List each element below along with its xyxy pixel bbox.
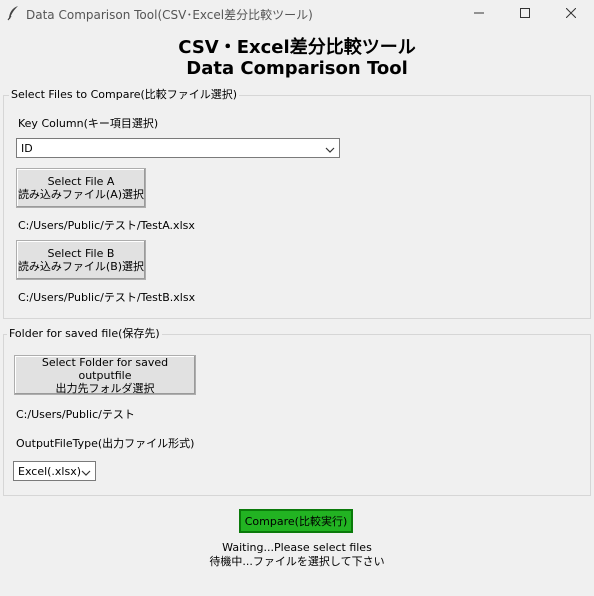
client-area: CSV・Excel差分比較ツール Data Comparison Tool Se… [0, 28, 594, 596]
select-output-folder-label-en: Select Folder for saved outputfile [41, 355, 169, 382]
key-column-label: Key Column(キー項目選択) [18, 117, 159, 130]
status-text-ja: 待機中...ファイルを選択して下さい [209, 555, 385, 568]
window-title: Data Comparison Tool(CSV･Excel差分比較ツール) [26, 8, 313, 22]
page-title-line2: Data Comparison Tool [186, 58, 408, 79]
select-file-a-button[interactable]: Select File A 読み込みファイル(A)選択 [16, 168, 146, 208]
output-file-type-value: Excel(.xlsx) [18, 465, 82, 478]
output-file-type-select[interactable]: Excel(.xlsx) [13, 461, 96, 481]
status-text-en: Waiting...Please select files [222, 541, 372, 554]
close-icon [565, 7, 577, 21]
file-a-path: C:/Users/Public/テスト/TestA.xlsx [18, 219, 195, 232]
feather-icon [6, 5, 20, 21]
maximize-button[interactable] [502, 0, 548, 28]
chevron-down-icon [325, 144, 335, 153]
key-column-value: ID [21, 142, 33, 155]
maximize-icon [520, 7, 530, 21]
page-title-line1: CSV・Excel差分比較ツール [178, 37, 416, 58]
minimize-button[interactable] [456, 0, 502, 28]
select-files-group-label: Select Files to Compare(比較ファイル選択) [9, 88, 240, 102]
compare-button-label: Compare(比較実行) [244, 515, 348, 528]
select-file-a-label-ja: 読み込みファイル(A)選択 [17, 188, 145, 201]
save-folder-group-label: Folder for saved file(保存先) [7, 327, 162, 341]
file-b-path: C:/Users/Public/テスト/TestB.xlsx [18, 291, 196, 304]
select-file-b-label-en: Select File B [47, 247, 115, 260]
app-window: Data Comparison Tool(CSV･Excel差分比較ツール) C… [0, 0, 594, 596]
select-output-folder-label-ja: 出力先フォルダ選択 [55, 381, 155, 395]
select-file-b-label-ja: 読み込みファイル(B)選択 [17, 260, 145, 273]
output-folder-path: C:/Users/Public/テスト [16, 408, 135, 421]
select-output-folder-button[interactable]: Select Folder for saved outputfile 出力先フォ… [14, 355, 196, 395]
key-column-select[interactable]: ID [16, 138, 340, 158]
close-button[interactable] [548, 0, 594, 28]
output-file-type-label: OutputFileType(出力ファイル形式) [16, 437, 195, 450]
compare-button[interactable]: Compare(比較実行) [239, 509, 353, 533]
select-file-a-label-en: Select File A [47, 175, 115, 188]
title-bar[interactable]: Data Comparison Tool(CSV･Excel差分比較ツール) [0, 0, 594, 28]
chevron-down-icon [81, 467, 91, 476]
select-file-b-button[interactable]: Select File B 読み込みファイル(B)選択 [16, 240, 146, 280]
minimize-icon [474, 8, 484, 21]
